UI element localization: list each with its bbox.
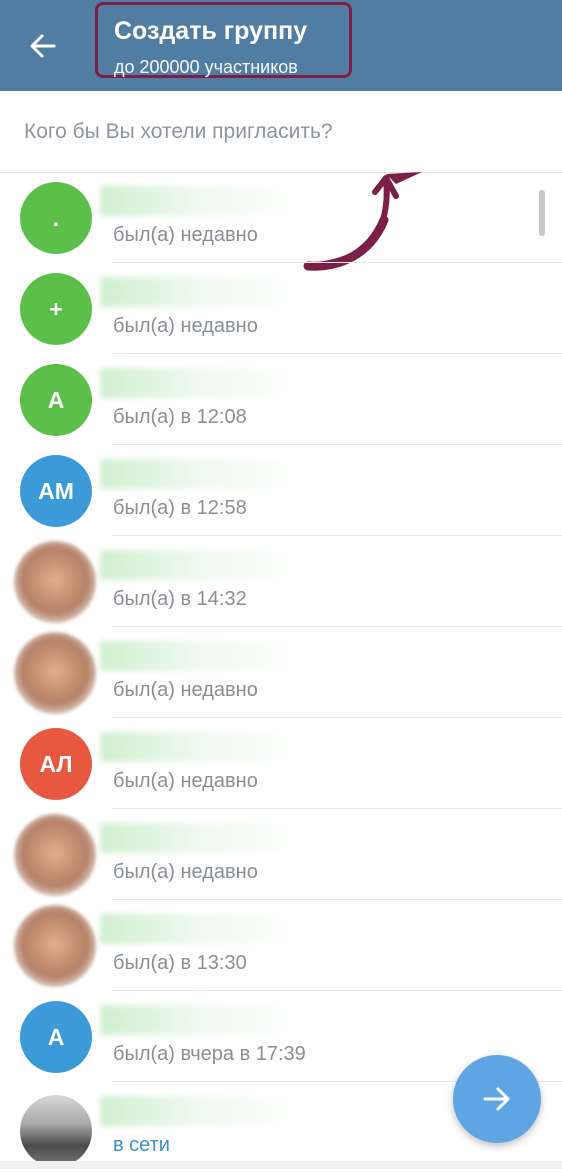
contact-name-blurred [100, 732, 300, 762]
scrollbar[interactable] [539, 190, 545, 236]
contact-status: был(а) недавно [113, 224, 258, 246]
contact-list: . был(а) недавно + был(а) недавно А был(… [0, 172, 562, 1173]
contact-status: был(а) в 12:08 [113, 406, 247, 428]
contact-name-blurred [100, 186, 300, 216]
avatar [14, 632, 96, 714]
contact-status: был(а) недавно [113, 315, 258, 337]
arrow-right-icon [483, 1087, 510, 1111]
contact-name-blurred [100, 459, 300, 489]
next-button[interactable] [453, 1055, 541, 1143]
list-item[interactable]: был(а) недавно [0, 627, 562, 718]
contact-name-blurred [100, 1005, 300, 1035]
list-item[interactable]: был(а) недавно [0, 809, 562, 900]
list-item[interactable]: АМ был(а) в 12:58 [0, 445, 562, 536]
avatar: АЛ [20, 728, 92, 800]
avatar: А [20, 1001, 92, 1073]
contact-name-blurred [100, 823, 300, 853]
contact-status: был(а) в 13:30 [113, 952, 247, 974]
list-item[interactable]: был(а) в 14:32 [0, 536, 562, 627]
avatar: А [20, 364, 92, 436]
avatar [14, 814, 96, 896]
list-item[interactable]: . был(а) недавно [0, 172, 562, 263]
contact-name-blurred [100, 277, 300, 307]
avatar: + [20, 273, 92, 345]
search-bar [0, 91, 562, 173]
contact-name-blurred [100, 368, 300, 398]
contact-status: был(а) недавно [113, 861, 258, 883]
arrow-left-icon [30, 34, 56, 58]
contact-name-blurred [100, 550, 300, 580]
app-header: Создать группу до 200000 участников [0, 0, 562, 91]
title-highlight-box: Создать группу до 200000 участников [95, 2, 352, 78]
contact-name-blurred [100, 641, 300, 671]
back-button[interactable] [18, 24, 68, 68]
contact-status: был(а) недавно [113, 679, 258, 701]
search-input[interactable] [22, 111, 546, 153]
list-item[interactable]: А был(а) в 12:08 [0, 354, 562, 445]
list-item[interactable]: АЛ был(а) недавно [0, 718, 562, 809]
avatar [20, 1095, 92, 1167]
page-title: Создать группу [114, 17, 308, 45]
contact-name-blurred [100, 1096, 300, 1126]
contact-name-blurred [100, 914, 300, 944]
avatar [14, 905, 96, 987]
avatar: . [20, 182, 92, 254]
contact-status: был(а) в 12:58 [113, 497, 247, 519]
avatar [14, 541, 96, 623]
list-item[interactable]: + был(а) недавно [0, 263, 562, 354]
bottom-edge [0, 1161, 562, 1169]
contact-status: был(а) недавно [113, 770, 258, 792]
contact-status: в сети [113, 1134, 170, 1156]
contact-status: был(а) вчера в 17:39 [113, 1043, 306, 1065]
avatar: АМ [20, 455, 92, 527]
page-subtitle: до 200000 участников [114, 57, 298, 77]
list-item[interactable]: был(а) в 13:30 [0, 900, 562, 991]
contact-status: был(а) в 14:32 [113, 588, 247, 610]
